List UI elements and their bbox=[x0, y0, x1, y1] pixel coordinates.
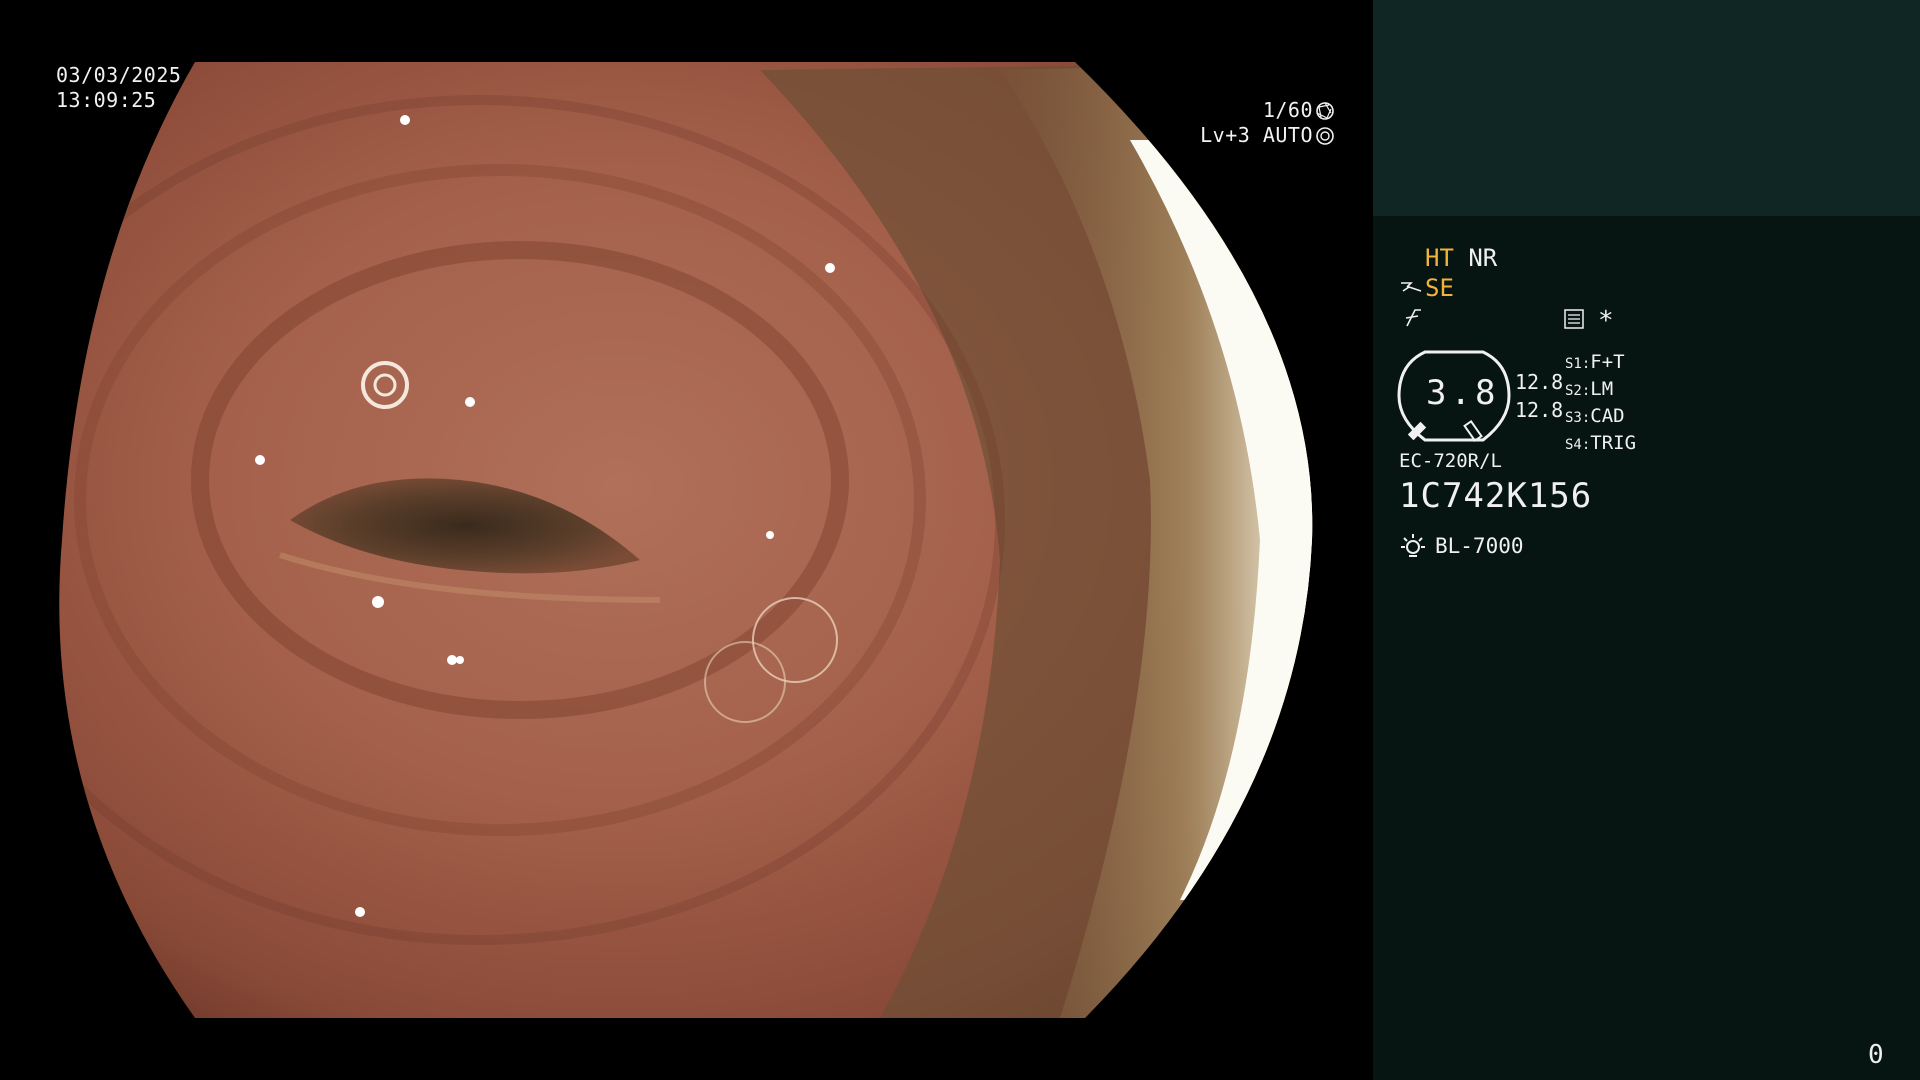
info-side-panel: HT NR SE * 3.8 12.8 12.8 S1:F+T S2:LM S3… bbox=[1373, 0, 1920, 1080]
f-mode-icon bbox=[1405, 309, 1421, 327]
ht-mode-label: HT bbox=[1425, 244, 1454, 272]
f-mode-row bbox=[1403, 306, 1423, 334]
auto-iris-icon bbox=[1316, 126, 1334, 145]
shutter-aperture-icon bbox=[1316, 101, 1334, 120]
shutter-speed-text: 1/60 bbox=[1262, 98, 1313, 122]
slot-row: S3:CAD bbox=[1565, 405, 1625, 427]
switch-assignments: S1:F+T S2:LM S3:CAD S4:TRIG bbox=[1565, 350, 1636, 458]
time-text: 13:09:25 bbox=[56, 88, 157, 112]
image-counter: 0 bbox=[1868, 1040, 1884, 1070]
value-2-text: 12.8 bbox=[1515, 398, 1564, 422]
nr-mode-label: NR bbox=[1468, 244, 1498, 272]
light-source-row: BL-7000 bbox=[1399, 532, 1524, 560]
endoscope-viewport: 03/03/2025 13:09:25 1/60 Lv+3 AUTO bbox=[0, 0, 1373, 1080]
se-mode-icon bbox=[1401, 282, 1422, 292]
se-mode-label: SE bbox=[1425, 274, 1454, 302]
star-indicator: * bbox=[1598, 306, 1614, 336]
brightness-level-text: Lv+3 AUTO bbox=[1200, 123, 1313, 147]
date-time-display: 03/03/2025 13:09:25 bbox=[56, 63, 181, 113]
light-source-text: BL-7000 bbox=[1435, 534, 1524, 558]
value-1-text: 12.8 bbox=[1515, 370, 1564, 394]
date-text: 03/03/2025 bbox=[56, 63, 182, 87]
slot-row: S4:TRIG bbox=[1565, 432, 1637, 454]
image-mode-row: HT NR bbox=[1425, 244, 1497, 272]
scope-serial-text: 1C742K156 bbox=[1399, 476, 1593, 516]
scope-model-text: EC-720R/L bbox=[1399, 450, 1502, 472]
menu-list-icon bbox=[1564, 309, 1584, 329]
endoscopic-image bbox=[59, 62, 1313, 1018]
slot-row: S2:LM bbox=[1565, 378, 1614, 400]
gauge-value-text: 3.8 bbox=[1426, 373, 1500, 413]
side-panel-header-area bbox=[1373, 0, 1920, 216]
light-source-icon bbox=[1401, 534, 1425, 557]
exposure-display: 1/60 Lv+3 AUTO bbox=[1200, 98, 1335, 148]
se-mode-row: SE bbox=[1399, 274, 1454, 302]
slot-row: S1:F+T bbox=[1565, 351, 1625, 373]
